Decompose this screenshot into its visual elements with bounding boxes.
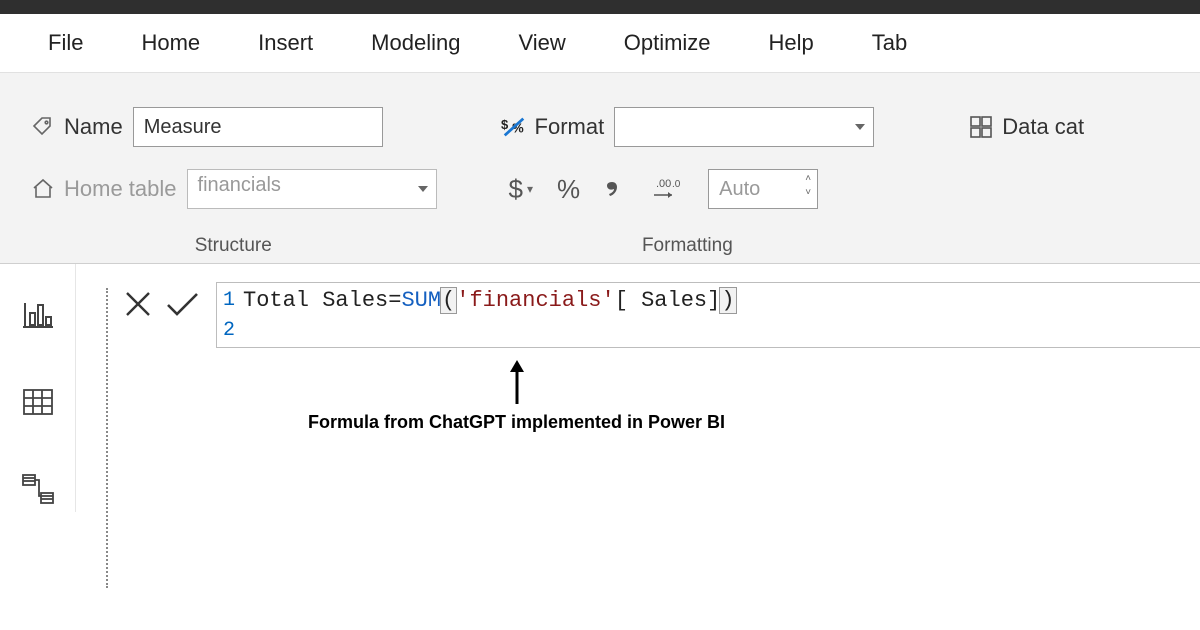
name-label: Name bbox=[64, 114, 123, 140]
decimal-count-stepper[interactable]: Auto ˄ ˅ bbox=[708, 169, 818, 209]
dollar-icon: $ bbox=[509, 174, 523, 205]
data-category-label: Data cat bbox=[1002, 114, 1084, 140]
close-icon bbox=[121, 287, 155, 321]
home-table-label: Home table bbox=[64, 176, 177, 202]
code-line-2[interactable]: 2 bbox=[217, 315, 1200, 345]
measure-name-input[interactable] bbox=[133, 107, 383, 147]
decimal-places-button[interactable]: .00 .0 bbox=[650, 175, 684, 203]
tab-modeling[interactable]: Modeling bbox=[371, 30, 460, 56]
table-grid-icon bbox=[21, 385, 55, 419]
decimal-shift-icon: .00 .0 bbox=[650, 175, 684, 203]
chevron-down-icon: ▾ bbox=[527, 182, 533, 196]
ribbon-group-properties: Data cat bbox=[916, 103, 1096, 263]
ribbon-tab-strip: File Home Insert Modeling View Optimize … bbox=[0, 14, 1200, 72]
arrow-up-icon bbox=[508, 360, 526, 404]
token-paren-close: ) bbox=[720, 288, 735, 313]
ribbon-group-formatting: $% Format $ ▾ % bbox=[489, 103, 887, 263]
tab-home[interactable]: Home bbox=[141, 30, 200, 56]
decimal-count-value: Auto bbox=[719, 178, 760, 201]
commit-formula-button[interactable] bbox=[160, 282, 204, 326]
ribbon-body: Name Home table financials Structure $% … bbox=[0, 72, 1200, 264]
tag-icon bbox=[30, 114, 56, 140]
report-view-button[interactable] bbox=[16, 292, 60, 336]
tab-tableau-or-more[interactable]: Tab bbox=[872, 30, 907, 56]
percent-format-button[interactable]: % bbox=[557, 174, 580, 205]
dax-editor[interactable]: 1 Total Sales = SUM ( 'financials' [ Sal… bbox=[216, 282, 1200, 348]
check-icon bbox=[163, 287, 201, 321]
home-table-dropdown[interactable]: financials bbox=[187, 169, 437, 209]
comma-icon bbox=[604, 176, 626, 202]
window-title-bar bbox=[0, 0, 1200, 14]
group-label-formatting: Formatting bbox=[642, 235, 733, 257]
token-paren-open: ( bbox=[441, 288, 456, 313]
token-function: SUM bbox=[401, 288, 441, 313]
format-dropdown[interactable] bbox=[614, 107, 874, 147]
chevron-up-icon[interactable]: ˄ bbox=[805, 174, 811, 184]
bar-chart-icon bbox=[21, 297, 55, 331]
tab-file[interactable]: File bbox=[48, 30, 83, 56]
format-icon: $% bbox=[501, 114, 527, 140]
svg-text:.00: .00 bbox=[656, 178, 671, 190]
line-number: 2 bbox=[217, 319, 243, 342]
formula-bar: 1 Total Sales = SUM ( 'financials' [ Sal… bbox=[116, 282, 1200, 348]
tab-optimize[interactable]: Optimize bbox=[624, 30, 711, 56]
annotation-callout: Formula from ChatGPT implemented in Powe… bbox=[308, 360, 725, 434]
chevron-down-icon[interactable]: ˅ bbox=[805, 188, 811, 198]
tab-help[interactable]: Help bbox=[769, 30, 814, 56]
canvas-area: 1 Total Sales = SUM ( 'financials' [ Sal… bbox=[76, 264, 1200, 512]
home-icon bbox=[30, 176, 56, 202]
workspace: 1 Total Sales = SUM ( 'financials' [ Sal… bbox=[0, 264, 1200, 512]
line-number: 1 bbox=[217, 289, 243, 312]
token-equals: = bbox=[388, 288, 401, 313]
token-table-ref: 'financials' bbox=[456, 288, 614, 313]
format-label: Format bbox=[535, 114, 605, 140]
percent-icon: % bbox=[557, 174, 580, 205]
data-category-icon bbox=[968, 114, 994, 140]
cancel-formula-button[interactable] bbox=[116, 282, 160, 326]
token-column-ref: [ Sales] bbox=[615, 288, 721, 313]
relationship-icon bbox=[20, 472, 56, 508]
currency-format-button[interactable]: $ ▾ bbox=[509, 174, 534, 205]
thousands-separator-button[interactable] bbox=[604, 176, 626, 202]
svg-text:$: $ bbox=[501, 117, 509, 132]
data-view-button[interactable] bbox=[16, 380, 60, 424]
code-line-1[interactable]: 1 Total Sales = SUM ( 'financials' [ Sal… bbox=[217, 285, 1200, 315]
group-label-structure: Structure bbox=[195, 235, 272, 257]
view-switcher-rail bbox=[0, 264, 76, 512]
svg-text:.0: .0 bbox=[672, 179, 681, 190]
panel-divider bbox=[106, 288, 108, 588]
annotation-text: Formula from ChatGPT implemented in Powe… bbox=[308, 410, 725, 434]
ribbon-group-structure: Name Home table financials Structure bbox=[18, 103, 449, 263]
tab-view[interactable]: View bbox=[518, 30, 565, 56]
token-measure-name: Total Sales bbox=[243, 288, 388, 313]
tab-insert[interactable]: Insert bbox=[258, 30, 313, 56]
model-view-button[interactable] bbox=[16, 468, 60, 512]
